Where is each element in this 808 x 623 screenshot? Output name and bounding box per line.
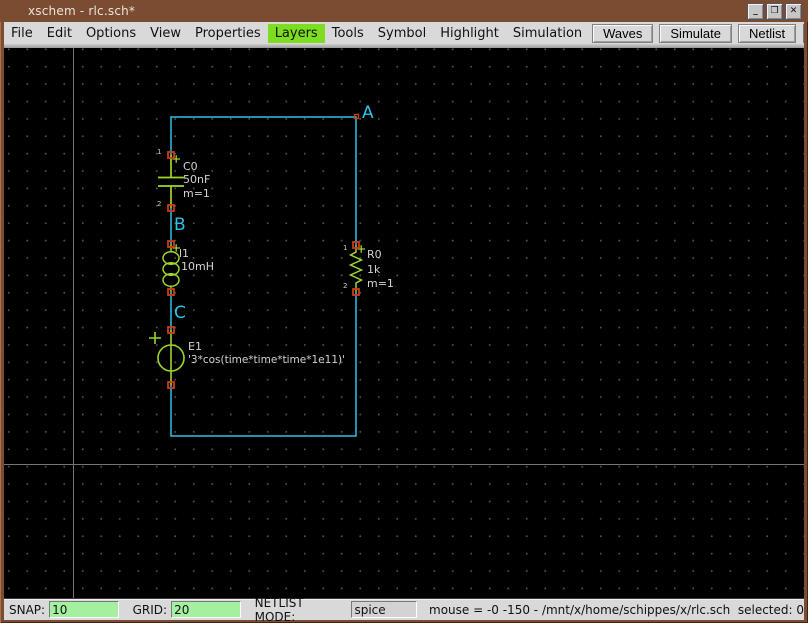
window-controls: _ ❒ ✕ [747, 3, 802, 20]
node-label-c[interactable]: C [174, 303, 186, 323]
menu-symbol[interactable]: Symbol [371, 24, 433, 43]
menu-view[interactable]: View [143, 24, 188, 43]
capacitor-value[interactable]: 50nF [183, 173, 210, 186]
window-title: xschem - rlc.sch* [28, 4, 136, 18]
capacitor-pin2-number: 2 [157, 200, 162, 208]
titlebar: xschem - rlc.sch* _ ❒ ✕ [0, 0, 808, 22]
snap-input[interactable]: 10 [49, 601, 119, 618]
inductor-ref[interactable]: l1 [179, 247, 189, 260]
waves-button[interactable]: Waves [592, 23, 654, 43]
grid-label: GRID: [132, 602, 168, 617]
capacitor-symbol[interactable] [158, 155, 184, 208]
capacitor-mult[interactable]: m=1 [183, 187, 210, 200]
menu-options[interactable]: Options [79, 24, 143, 43]
resistor-mult[interactable]: m=1 [367, 277, 394, 290]
menu-edit[interactable]: Edit [40, 24, 79, 43]
resistor-value[interactable]: 1k [367, 263, 380, 276]
source-value[interactable]: '3*cos(time*time*time*1e11)' [188, 354, 345, 366]
menu-simulation[interactable]: Simulation [506, 24, 589, 43]
source-ref[interactable]: E1 [188, 340, 202, 353]
node-label-b[interactable]: B [174, 215, 186, 235]
menu-help[interactable]: Help [803, 23, 808, 43]
menu-file[interactable]: File [4, 24, 40, 43]
menubar: File Edit Options View Properties Layers… [4, 22, 805, 44]
close-icon[interactable]: ✕ [785, 3, 802, 20]
minimize-icon[interactable]: _ [747, 3, 764, 20]
resistor-pin1-number: 1 [343, 244, 348, 252]
netlist-mode-input[interactable]: spice [351, 601, 418, 618]
circuit-drawing [149, 113, 365, 437]
simulate-button[interactable]: Simulate [659, 23, 732, 43]
resistor-pin2-number: 2 [343, 282, 348, 290]
capacitor-ref[interactable]: C0 [183, 160, 198, 173]
voltage-source-symbol[interactable] [149, 330, 185, 385]
inductor-value[interactable]: 10mH [181, 260, 214, 273]
mouse-status-text: mouse = -0 -150 - /mnt/x/home/schippes/x… [429, 602, 804, 617]
statusbar: SNAP: 10 GRID: 20 NETLIST MODE: spice mo… [4, 595, 804, 623]
schematic-canvas[interactable]: A B C C0 50nF m=1 l1 10mH E1 '3*cos(time… [4, 48, 804, 598]
menu-highlight[interactable]: Highlight [433, 24, 506, 43]
snap-label: SNAP: [9, 602, 46, 617]
menu-properties[interactable]: Properties [188, 24, 268, 43]
netlist-mode-label: NETLIST MODE: [254, 595, 304, 623]
source-plus-icon [149, 332, 161, 344]
polarity-plus-icons [172, 155, 365, 253]
wire-net[interactable] [170, 116, 357, 437]
resistor-ref[interactable]: R0 [367, 248, 382, 261]
maximize-icon[interactable]: ❒ [766, 3, 783, 20]
netlist-button[interactable]: Netlist [737, 23, 797, 43]
resistor-symbol[interactable] [348, 245, 364, 292]
capacitor-pin1-number: 1 [157, 148, 162, 156]
node-label-a[interactable]: A [362, 103, 374, 123]
menu-layers[interactable]: Layers [267, 23, 325, 43]
xschem-window: xschem - rlc.sch* _ ❒ ✕ File Edit Option… [0, 0, 808, 623]
menu-tools[interactable]: Tools [325, 24, 371, 43]
grid-input[interactable]: 20 [171, 601, 241, 618]
